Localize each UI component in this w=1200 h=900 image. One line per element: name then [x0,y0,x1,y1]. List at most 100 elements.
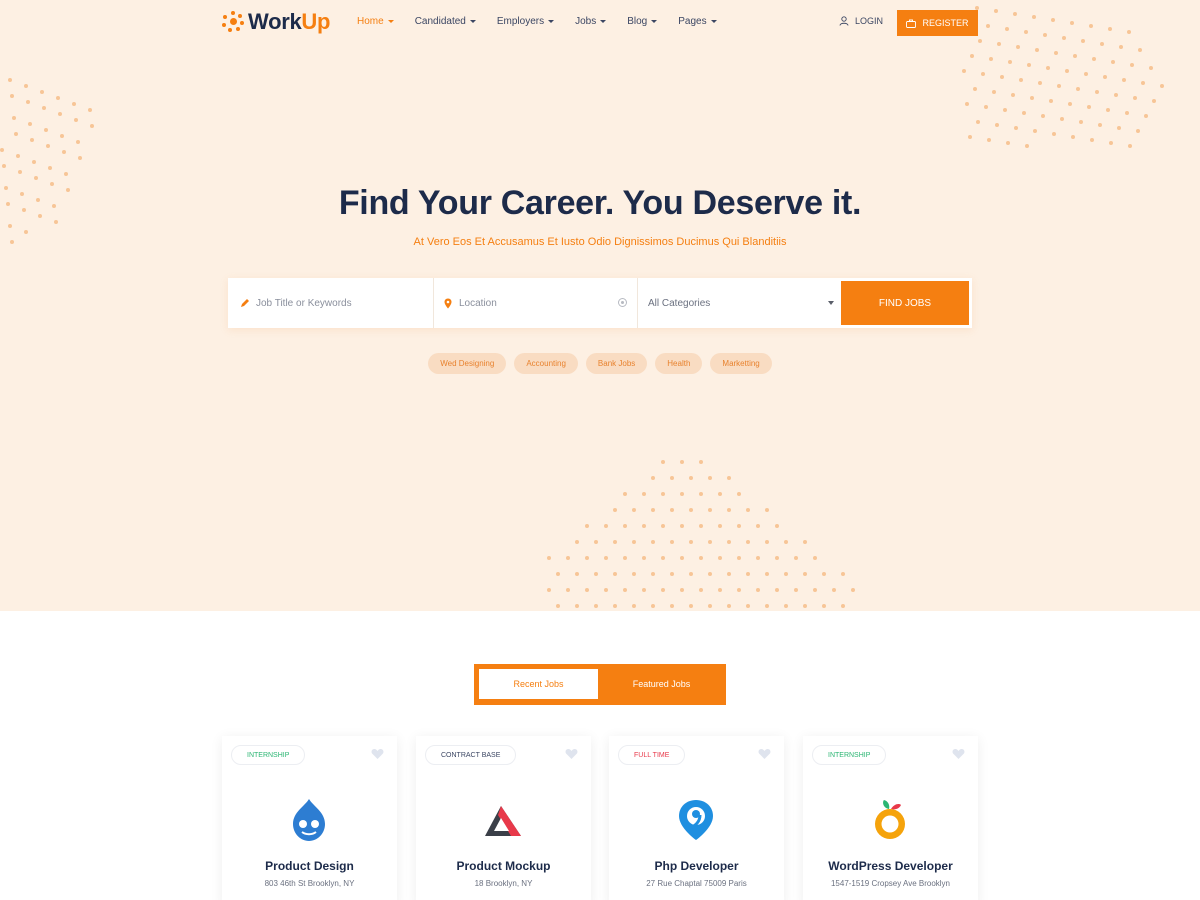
menu-item-employers[interactable]: Employers [497,16,555,27]
menu-item-blog[interactable]: Blog [627,16,658,27]
tag-bank-jobs[interactable]: Bank Jobs [585,353,648,374]
decorative-dot [962,69,966,73]
hero-section: WorkUp Home Candidated Employers Jobs Bl… [0,0,1200,611]
decorative-dot [76,140,80,144]
job-search-bar: All Categories FIND JOBS [228,278,972,328]
location-input[interactable] [459,297,609,309]
decorative-dot [1011,93,1015,97]
decorative-dot [727,476,731,480]
decorative-dot [30,138,34,142]
user-icon [839,16,849,26]
decorative-dot [46,144,50,148]
tag-health[interactable]: Health [655,353,703,374]
caret-down-icon [828,301,834,305]
top-navigation: WorkUp Home Candidated Employers Jobs Bl… [0,0,1200,46]
decorative-dot [60,134,64,138]
decorative-dot [1052,132,1056,136]
tag-web-designing[interactable]: Wed Designing [428,353,507,374]
decorative-dot [992,90,996,94]
decorative-dot [604,556,608,560]
decorative-dot [1027,63,1031,67]
decorative-dot [737,492,741,496]
heart-icon[interactable] [371,748,384,760]
tag-accounting[interactable]: Accounting [514,353,578,374]
decorative-dot [604,588,608,592]
decorative-dot [1006,141,1010,145]
decorative-dot [1087,105,1091,109]
decorative-dot [746,604,750,608]
decorative-dot [1109,141,1113,145]
decorative-dot [1136,129,1140,133]
decorative-dot [813,556,817,560]
job-tabs: Recent Jobs Featured Jobs [474,664,726,705]
menu-item-home[interactable]: Home [357,16,394,27]
decorative-dot [794,556,798,560]
job-title: WordPress Developer [828,859,953,873]
decorative-dot [718,524,722,528]
job-card[interactable]: INTERNSHIP WordPress Developer 1547-1519… [803,736,978,900]
decorative-dot [74,118,78,122]
decorative-dot [708,604,712,608]
job-location: 18 Brooklyn, NY [474,879,533,888]
decorative-dot [737,556,741,560]
heart-icon[interactable] [758,748,771,760]
decorative-dot [585,556,589,560]
decorative-dot [1030,96,1034,100]
decorative-dot [48,166,52,170]
decorative-dot [841,604,845,608]
decorative-dot [765,540,769,544]
decorative-dot [613,508,617,512]
decorative-dot [1152,99,1156,103]
decorative-dot [1138,48,1142,52]
decorative-dot [661,524,665,528]
decorative-dot [78,156,82,160]
decorative-dot [1038,81,1042,85]
menu-item-jobs[interactable]: Jobs [575,16,607,27]
workup-logo[interactable]: WorkUp [222,9,330,35]
decorative-dot [727,508,731,512]
decorative-dot [28,122,32,126]
decorative-dot [968,135,972,139]
job-type-badge: INTERNSHIP [231,745,306,765]
decorative-dot [651,476,655,480]
decorative-dot [1076,87,1080,91]
decorative-dot [12,116,16,120]
menu-item-candidated[interactable]: Candidated [415,16,476,27]
login-link[interactable]: LOGIN [839,16,883,26]
heart-icon[interactable] [565,748,578,760]
job-card[interactable]: INTERNSHIP Product Design 803 46th St Br… [222,736,397,900]
find-jobs-button[interactable]: FIND JOBS [841,281,969,325]
menu-item-pages[interactable]: Pages [678,16,717,27]
tab-featured-jobs[interactable]: Featured Jobs [602,669,721,699]
decorative-dot [822,604,826,608]
decorative-dot [746,508,750,512]
decorative-dot [1114,93,1118,97]
decorative-dot [727,604,731,608]
heart-icon[interactable] [952,748,965,760]
register-button[interactable]: REGISTER [897,10,978,36]
decorative-dot [756,556,760,560]
decorative-dot [642,492,646,496]
decorative-dot [727,572,731,576]
decorative-dot [632,604,636,608]
job-card[interactable]: CONTRACT BASE Product Mockup 18 Brooklyn… [416,736,591,900]
decorative-dot [746,572,750,576]
map-marker-icon [444,298,452,308]
decorative-dot [680,524,684,528]
decorative-dot [1092,57,1096,61]
decorative-dot [1111,60,1115,64]
keyword-input[interactable] [256,297,406,309]
tag-marketing[interactable]: Marketting [710,353,772,374]
decorative-dot [575,572,579,576]
category-select[interactable]: All Categories [638,278,841,328]
decorative-dot [2,164,6,168]
job-card[interactable]: FULL TIME Php Developer 27 Rue Chaptal 7… [609,736,784,900]
decorative-dot [64,172,68,176]
locate-icon[interactable] [618,298,627,307]
tab-recent-jobs[interactable]: Recent Jobs [479,669,598,699]
decorative-dot [765,508,769,512]
decorative-dot [1160,84,1164,88]
logo-work-text: Work [248,9,302,34]
decorative-dot [1117,126,1121,130]
decorative-dot [1071,135,1075,139]
